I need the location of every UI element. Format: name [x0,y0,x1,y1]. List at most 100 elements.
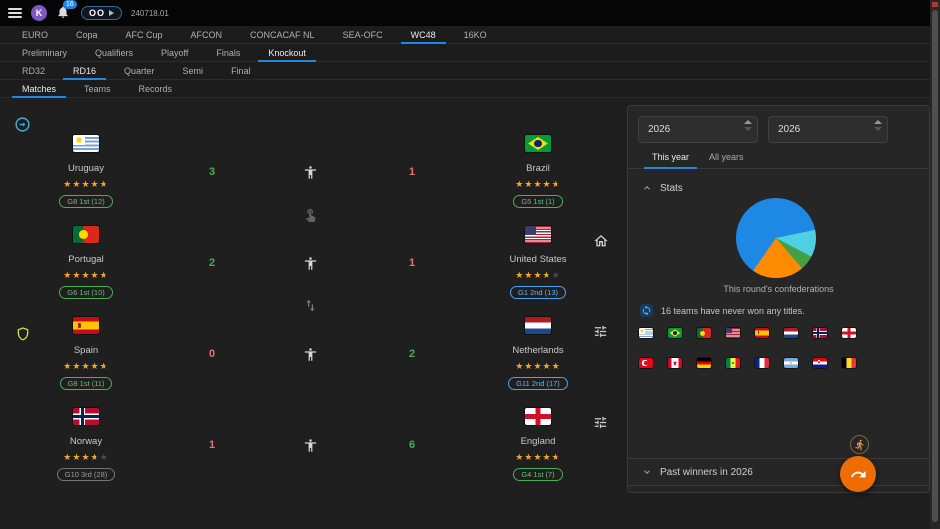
tune-icon[interactable] [593,415,610,432]
tab-afcon[interactable]: AFCON [177,26,237,43]
away-team[interactable]: United States★★★★★G1 2nd (13) [483,226,593,299]
home-team[interactable]: Norway★★★★★G10 3rd (28) [31,408,141,481]
home-score: 0 [182,348,242,360]
tab-rd16[interactable]: RD16 [59,62,110,79]
caret-up-icon[interactable] [744,120,752,124]
scrollbar[interactable] [930,0,940,529]
round-circle-icon[interactable] [14,116,31,133]
flag-tr [639,358,653,368]
flag-no [813,328,827,338]
player-icon [303,165,321,183]
stats-section-label: Stats [660,183,683,194]
spinner-carets[interactable] [874,120,882,131]
away-score: 2 [382,348,442,360]
flag-ar [784,358,798,368]
past-winners-header[interactable]: Past winners in 2026 [628,462,929,482]
menu-icon[interactable] [8,8,22,18]
home-venue-icon[interactable] [593,233,610,250]
stages-tabbar: PreliminaryQualifiersPlayoffFinalsKnocko… [0,44,930,62]
spinner-carets[interactable] [744,120,752,131]
scrollbar-thumb[interactable] [932,10,938,522]
competitions-tabbar: EUROCopaAFC CupAFCONCONCACAF NLSEA-OFCWC… [0,26,930,44]
team-name: Brazil [526,163,550,174]
tab-final[interactable]: Final [217,62,265,79]
touch-icon[interactable] [303,207,320,224]
group-result-badge: G8 1st (12) [59,195,113,208]
flag-hr [813,358,827,368]
tab-afc-cup[interactable]: AFC Cup [112,26,177,43]
flag-ca [668,358,682,368]
match-row[interactable]: Norway★★★★★G10 3rd (28) England★★★★★G4 1s… [0,408,627,499]
no-titles-text: 16 teams have never won any titles. [661,306,805,316]
tab-qualifiers[interactable]: Qualifiers [81,44,147,61]
tab-wc48[interactable]: WC48 [397,26,450,43]
flag-uy [639,328,653,338]
player-icon [303,256,321,274]
panel-tab-this-year[interactable]: This year [642,146,699,168]
tab-matches[interactable]: Matches [8,80,70,97]
home-score: 2 [182,257,242,269]
group-result-badge: G10 3rd (28) [57,468,116,481]
tab-finals[interactable]: Finals [202,44,254,61]
tab-records[interactable]: Records [125,80,187,97]
caret-up-icon[interactable] [874,120,882,124]
avatar[interactable]: K [31,5,47,21]
team-rating-stars: ★★★★★ [63,179,108,189]
play-icon[interactable] [109,10,114,16]
away-team[interactable]: Brazil★★★★★G5 1st (1) [483,135,593,208]
runner-icon[interactable] [850,435,869,454]
year-to-value: 2026 [778,124,800,135]
home-team[interactable]: Uruguay★★★★★G8 1st (12) [31,135,141,208]
stats-section-header[interactable]: Stats [628,178,929,198]
home-team[interactable]: Portugal★★★★★G6 1st (10) [31,226,141,299]
tab-16ko[interactable]: 16KO [450,26,501,43]
tab-preliminary[interactable]: Preliminary [8,44,81,61]
session-control[interactable]: OO [81,6,122,20]
tab-concacaf-nl[interactable]: CONCACAF NL [236,26,329,43]
caret-down-icon[interactable] [744,127,752,131]
tab-knockout[interactable]: Knockout [254,44,320,61]
team-name: Spain [74,345,98,356]
match-row[interactable]: Uruguay★★★★★G8 1st (12)Brazil★★★★★G5 1st… [0,135,627,226]
chevron-up-icon [642,183,652,193]
flag-no [73,408,99,425]
flag-de [697,358,711,368]
stats-panel: 2026 2026 This yearAll years Stats This … [627,105,930,493]
topbar: K 16 OO 240718.01 [0,0,940,26]
team-rating-stars: ★★★★★ [515,361,560,371]
sync-icon [640,304,653,317]
match-row[interactable]: Portugal★★★★★G6 1st (10) United States★★★… [0,226,627,317]
away-team[interactable]: England★★★★★G4 1st (7) [483,408,593,481]
tab-playoff[interactable]: Playoff [147,44,202,61]
shield-icon[interactable] [15,326,32,343]
flag-pt [73,226,99,243]
flag-uy [73,135,99,152]
home-score: 1 [182,439,242,451]
away-team[interactable]: Netherlands★★★★★G11 2nd (17) [483,317,593,390]
away-score: 6 [382,439,442,451]
tab-sea-ofc[interactable]: SEA-OFC [329,26,397,43]
tab-semi[interactable]: Semi [169,62,218,79]
past-winners-label: Past winners in 2026 [660,467,753,478]
tab-copa[interactable]: Copa [62,26,112,43]
match-row[interactable]: Spain★★★★★G8 1st (11)Netherlands★★★★★G11… [0,317,627,408]
tab-quarter[interactable]: Quarter [110,62,169,79]
caret-down-icon[interactable] [874,127,882,131]
team-name: Portugal [68,254,103,265]
swap-vertical-icon[interactable] [303,298,320,315]
shuffle-fab-button[interactable] [840,456,876,492]
flag-eng [525,408,551,425]
panel-tab-all-years[interactable]: All years [699,146,754,168]
views-tabbar: MatchesTeamsRecords [0,80,930,98]
tab-euro[interactable]: EURO [8,26,62,43]
group-result-badge: G1 2nd (13) [510,286,566,299]
tune-icon[interactable] [593,324,610,341]
notifications-button[interactable]: 16 [56,5,72,21]
tab-teams[interactable]: Teams [70,80,125,97]
redo-arrow-icon [850,466,867,483]
tab-rd32[interactable]: RD32 [8,62,59,79]
team-rating-stars: ★★★★★ [63,361,108,371]
home-team[interactable]: Spain★★★★★G8 1st (11) [31,317,141,390]
year-from-spinner[interactable]: 2026 [638,116,758,143]
year-to-spinner[interactable]: 2026 [768,116,888,143]
